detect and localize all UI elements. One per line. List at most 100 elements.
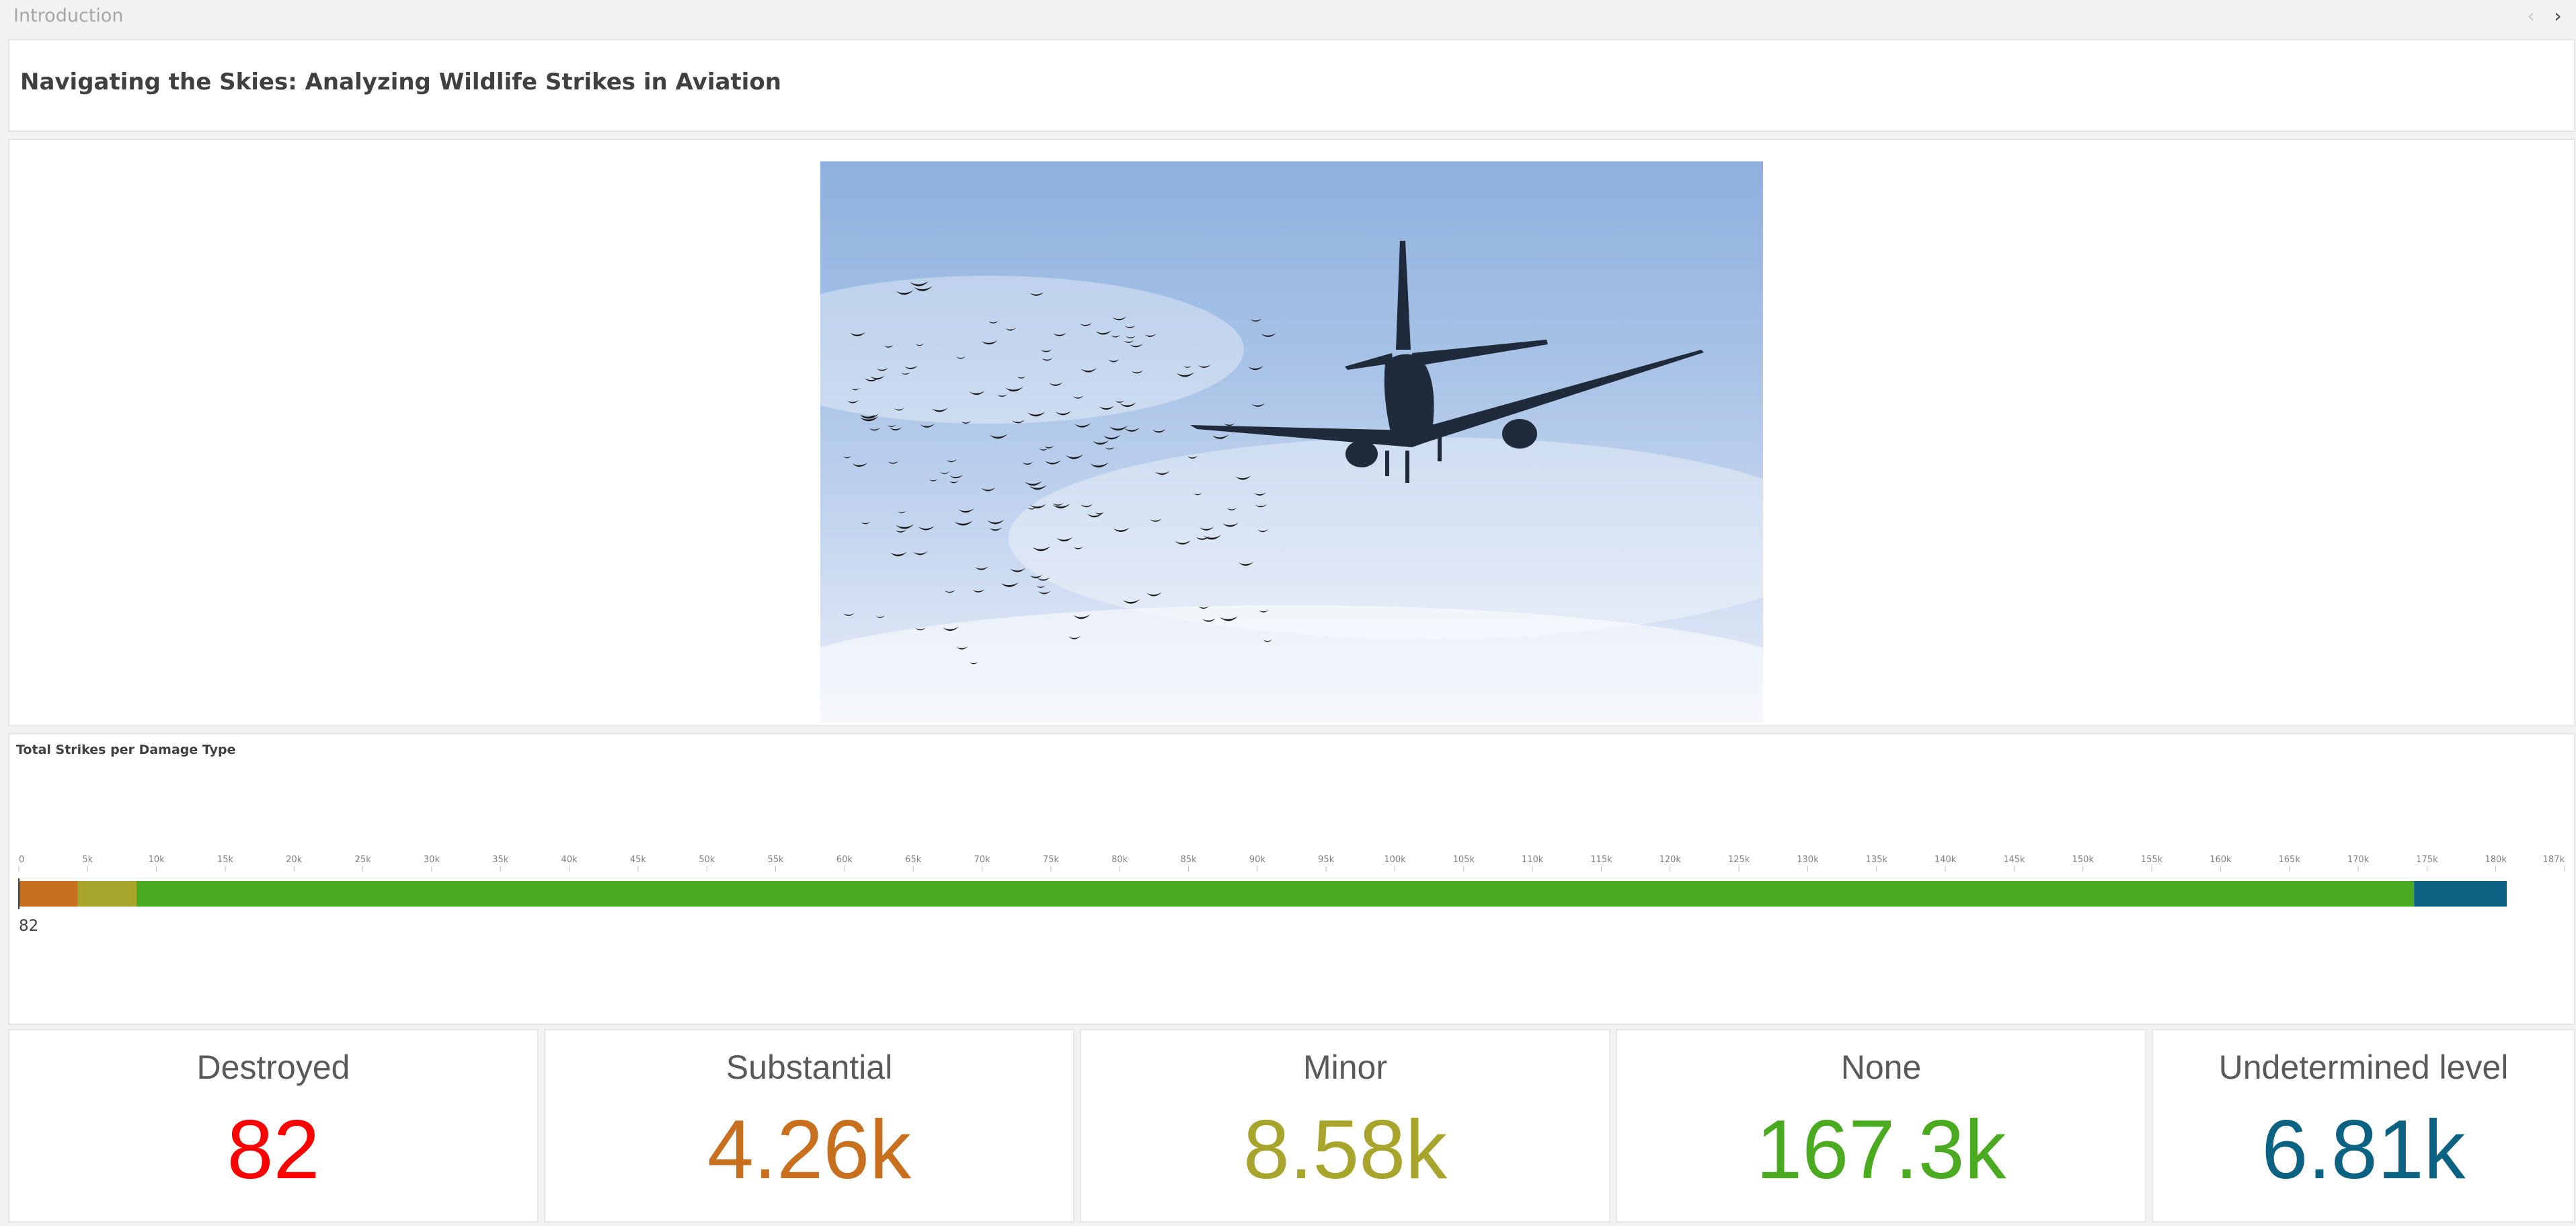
page-title: Navigating the Skies: Analyzing Wildlife… xyxy=(20,69,781,95)
stacked-bar-chart: 0 5k 10k 15k 20k 25k 30k 35k 40k 45k 50k 55k 60k 65k 7… xyxy=(18,855,2565,909)
x-tick-label: 170k xyxy=(2347,855,2370,865)
bird-icon xyxy=(890,551,907,557)
bird-icon xyxy=(889,427,902,431)
bird-icon xyxy=(958,508,974,513)
bird-icon xyxy=(1103,434,1121,440)
bird-icon xyxy=(1248,366,1263,371)
bird-icon xyxy=(1212,434,1229,439)
kpi-value: 82 xyxy=(227,1104,320,1196)
x-tick-label: 125k xyxy=(1728,855,1750,865)
image-panel xyxy=(8,139,2575,726)
bird-icon xyxy=(898,510,906,514)
kpi-label: Undetermined level xyxy=(2218,1048,2509,1086)
bird-icon xyxy=(1152,429,1166,433)
bird-icon xyxy=(980,487,996,492)
x-tick-label: 160k xyxy=(2210,855,2232,865)
x-tick-label: 0 xyxy=(19,855,24,865)
bird-icon xyxy=(949,474,964,479)
bird-icon xyxy=(920,424,935,428)
bird-icon xyxy=(974,566,989,570)
bird-icon xyxy=(843,456,852,459)
x-tick-label: 100k xyxy=(1384,855,1406,865)
x-tick-label: 135k xyxy=(1866,855,1888,865)
chevron-left-icon[interactable]: ‹ xyxy=(2521,4,2541,28)
x-tick-label: 150k xyxy=(2072,855,2095,865)
bird-icon xyxy=(944,590,955,593)
x-tick-label: 10k xyxy=(149,855,165,865)
bar-segment-substantial xyxy=(19,881,78,907)
x-tick-label: 85k xyxy=(1180,855,1197,865)
bird-icon xyxy=(843,613,855,616)
bird-icon xyxy=(852,463,868,467)
bird-icon xyxy=(987,519,1005,525)
bird-icon xyxy=(1105,447,1115,450)
x-tick-label: 30k xyxy=(424,855,440,865)
kpi-value: 4.26k xyxy=(707,1104,912,1196)
x-tick-label: 175k xyxy=(2416,855,2438,865)
x-tick-label: 55k xyxy=(768,855,785,865)
bird-icon xyxy=(1001,582,1019,587)
kpi-card-destroyed: Destroyed 82 xyxy=(8,1029,539,1223)
x-tick-label: 110k xyxy=(1522,855,1544,865)
x-tick-label: 80k xyxy=(1111,855,1128,865)
bar-segment-undetermined-level xyxy=(2414,881,2507,907)
bar-data-label: 82 xyxy=(19,917,39,935)
x-tick-label: 105k xyxy=(1453,855,1475,865)
chevron-right-icon[interactable]: › xyxy=(2548,4,2568,28)
x-tick-label: 70k xyxy=(974,855,991,865)
bird-icon xyxy=(1044,460,1061,465)
x-tick-label: 155k xyxy=(2141,855,2163,865)
x-tick-label: 95k xyxy=(1318,855,1335,865)
bird-icon xyxy=(1250,318,1262,322)
bird-icon xyxy=(1074,423,1091,428)
bird-icon xyxy=(954,521,973,526)
bird-icon xyxy=(1038,590,1051,595)
sheet-title: Introduction xyxy=(13,5,124,26)
x-tick-label: 45k xyxy=(630,855,647,865)
bird-icon xyxy=(913,551,928,555)
x-tick-label: 187k xyxy=(2543,855,2565,865)
x-tick-label: 60k xyxy=(836,855,853,865)
x-tick-label: 35k xyxy=(492,855,509,865)
bird-icon xyxy=(861,521,871,525)
x-tick-label: 180k xyxy=(2485,855,2507,865)
bird-icon xyxy=(1251,403,1265,407)
bird-icon xyxy=(1065,454,1084,459)
x-tick-label: 115k xyxy=(1590,855,1612,865)
x-tick-label: 75k xyxy=(1043,855,1060,865)
bird-icon xyxy=(888,461,899,464)
bird-icon xyxy=(1029,485,1047,490)
x-tick-label: 140k xyxy=(1935,855,1957,865)
bird-icon xyxy=(869,427,881,431)
bird-icon xyxy=(1010,568,1026,572)
kpi-label: None xyxy=(1840,1048,1922,1086)
title-panel: Navigating the Skies: Analyzing Wildlife… xyxy=(8,39,2575,132)
x-tick-label: 130k xyxy=(1797,855,1819,865)
x-tick-label: 90k xyxy=(1249,855,1266,865)
bird-icon xyxy=(1224,423,1235,426)
bird-icon xyxy=(929,479,938,482)
kpi-value: 6.81k xyxy=(2261,1104,2466,1196)
kpi-card-none: None 167.3k xyxy=(1616,1029,2146,1223)
bird-icon xyxy=(1039,448,1048,451)
x-tick-label: 120k xyxy=(1660,855,1682,865)
x-tick-label: 5k xyxy=(82,855,93,865)
airplane-birds-photo xyxy=(820,161,1763,722)
bird-icon xyxy=(1092,440,1109,445)
kpi-label: Minor xyxy=(1302,1048,1388,1086)
bird-icon xyxy=(895,529,907,533)
kpi-card-minor: Minor 8.58k xyxy=(1080,1029,1610,1223)
bird-icon xyxy=(1022,461,1033,465)
bar-segment-minor xyxy=(77,881,136,907)
kpi-value: 167.3k xyxy=(1756,1104,2006,1196)
kpi-label: Destroyed xyxy=(196,1048,350,1086)
x-tick-label: 65k xyxy=(905,855,922,865)
sheet-toolbar: Introduction ‹ › xyxy=(0,0,2576,34)
chart-panel: Total Strikes per Damage Type 0 5k 10k 15k 2… xyxy=(8,733,2575,1025)
x-tick-label: 50k xyxy=(699,855,715,865)
bird-icon xyxy=(989,527,1003,531)
bird-icon xyxy=(940,471,950,474)
x-tick-label: 40k xyxy=(561,855,578,865)
bird-icon xyxy=(949,480,959,484)
bird-icon xyxy=(1089,462,1109,468)
